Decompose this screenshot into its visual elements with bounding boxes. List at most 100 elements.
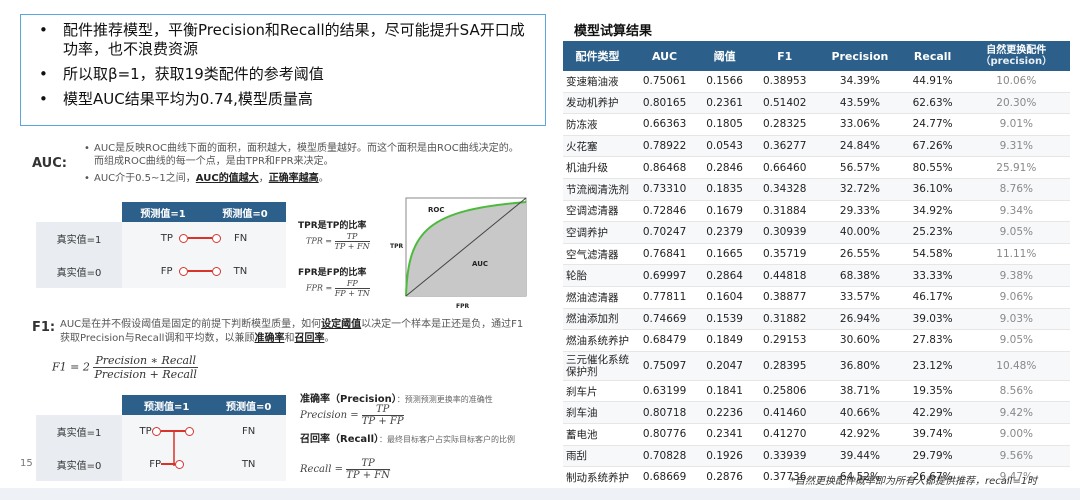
- col-header: 预测值=0: [211, 395, 286, 415]
- table-cell: 9.31%: [962, 135, 1070, 158]
- fpr-title: FPR是FP的比率: [298, 268, 367, 278]
- table-cell: 32.72%: [817, 178, 903, 201]
- table-cell: 0.1835: [697, 178, 753, 201]
- table-cell: 9.01%: [962, 113, 1070, 136]
- link-dot: [151, 426, 161, 436]
- part-type-cell: 防冻液: [563, 113, 632, 136]
- table-cell: 42.29%: [902, 401, 963, 424]
- table-cell: 8.76%: [962, 178, 1070, 201]
- table-cell: 0.86468: [632, 156, 698, 179]
- table-row: 蓄电池 0.80776 0.2341 0.41270 42.92% 39.74% 9.00%: [563, 423, 1070, 446]
- bottom-bar: [0, 488, 1080, 500]
- table-cell: 34.39%: [817, 71, 903, 93]
- table-row: 空调养护 0.70247 0.2379 0.30939 40.00% 25.23% 9.05…: [563, 221, 1070, 244]
- link-line: [187, 270, 212, 272]
- row-header: 真实值=0: [36, 255, 122, 288]
- table-row: 刹车片 0.63199 0.1841 0.25806 38.71% 19.35% 8.56%: [563, 380, 1070, 403]
- table-cell: 34.92%: [902, 200, 963, 223]
- table-cell: 0.38877: [752, 286, 818, 309]
- fn-cell: FN: [233, 233, 248, 244]
- table-cell: 0.74669: [632, 308, 698, 331]
- part-type-cell: 轮胎: [563, 264, 632, 287]
- table-cell: 44.91%: [902, 71, 963, 93]
- table-cell: 33.57%: [817, 286, 903, 309]
- part-type-cell: 蓄电池: [563, 423, 632, 446]
- table-cell: 0.1926: [697, 445, 753, 468]
- table-cell: 0.2876: [697, 466, 753, 489]
- table-cell: 0.80165: [632, 92, 698, 115]
- table-row: 发动机养护 0.80165 0.2361 0.51402 43.59% 62.63% 20.…: [563, 92, 1070, 115]
- table-cell: 0.2361: [697, 92, 753, 115]
- table-cell: 0.2047: [697, 351, 753, 381]
- recall-title: 召回率（Recall）：最终目标客户占实际目标客户的比例: [300, 434, 516, 445]
- table-cell: 0.2379: [697, 221, 753, 244]
- table-cell: 42.92%: [817, 423, 903, 446]
- row-header: 真实值=0: [36, 448, 122, 481]
- table-cell: 46.17%: [902, 286, 963, 309]
- table-cell: 80.55%: [902, 156, 963, 179]
- table-cell: 62.63%: [902, 92, 963, 115]
- link-dot: [179, 233, 189, 243]
- part-type-cell: 刹车油: [563, 401, 632, 424]
- table-cell: 39.44%: [817, 445, 903, 468]
- table-cell: 0.35719: [752, 243, 818, 266]
- table-cell: 0.2236: [697, 401, 753, 424]
- table-cell: 56.57%: [817, 156, 903, 179]
- col-header: 预测值=1: [122, 395, 212, 415]
- table-row: 三元催化系统保护剂 0.75097 0.2047 0.28395 36.80% 23.12…: [563, 351, 1070, 381]
- part-type-cell: 火花塞: [563, 135, 632, 158]
- table-cell: 8.56%: [962, 380, 1070, 403]
- col-header: 预测值=0: [204, 202, 286, 222]
- part-type-cell: 节流阀清洗剂: [563, 178, 632, 201]
- part-type-cell: 空气滤清器: [563, 243, 632, 266]
- table-cell: 25.23%: [902, 221, 963, 244]
- table-cell: 11.11%: [962, 243, 1070, 266]
- auc-note-2: • AUC介于0.5~1之间，AUC的值越大，正确率越高。: [84, 173, 329, 184]
- roc-label: ROC: [428, 206, 444, 214]
- table-cell: 0.28325: [752, 113, 818, 136]
- summary-bullet: 配件推荐模型，平衡Precision和Recall的结果，尽可能提升SA开口成功…: [35, 21, 535, 59]
- part-type-cell: 制动系统养护: [563, 466, 632, 489]
- table-cell: 9.00%: [962, 423, 1070, 446]
- table-cell: 24.77%: [902, 113, 963, 136]
- table-cell: 27.83%: [902, 329, 963, 352]
- table-row: 火花塞 0.78922 0.0543 0.36277 24.84% 67.26% 9.31%: [563, 135, 1070, 158]
- table-row: 节流阀清洗剂 0.73310 0.1835 0.34328 32.72% 36.10% 8.…: [563, 178, 1070, 201]
- table-row: 变速箱油液 0.75061 0.1566 0.38953 34.39% 44.91% 10.…: [563, 71, 1070, 93]
- results-footnote: *自然更换配件概率即为所有人都提供推荐，recall=1时: [790, 476, 1038, 487]
- auc-label: AUC:: [32, 156, 67, 171]
- table-cell: 0.1805: [697, 113, 753, 136]
- table-cell: 36.80%: [817, 351, 903, 381]
- tn-cell: TN: [233, 266, 248, 277]
- table-row: 刹车油 0.80718 0.2236 0.41460 40.66% 42.29% 9.42%: [563, 401, 1070, 424]
- fp-cell: FP: [122, 448, 212, 481]
- part-type-cell: 刹车片: [563, 380, 632, 403]
- table-cell: 68.38%: [817, 264, 903, 287]
- col-header: 阈值: [697, 41, 753, 71]
- summary-box: 配件推荐模型，平衡Precision和Recall的结果，尽可能提升SA开口成功…: [20, 14, 546, 126]
- table-cell: 10.48%: [962, 351, 1070, 381]
- table-cell: 0.29153: [752, 329, 818, 352]
- link-dot: [178, 266, 188, 276]
- table-cell: 0.2846: [697, 156, 753, 179]
- tn-cell: TN: [211, 448, 286, 481]
- recall-formula: Recall = TP TP + FN: [300, 458, 390, 481]
- link-dot: [184, 426, 194, 436]
- table-row: 防冻液 0.66363 0.1805 0.28325 33.06% 24.77% 9.01%: [563, 113, 1070, 136]
- part-type-cell: 燃油滤清器: [563, 286, 632, 309]
- col-header: 自然更换配件 （precision）: [962, 41, 1070, 71]
- table-cell: 30.60%: [817, 329, 903, 352]
- table-row: 雨刮 0.70828 0.1926 0.33939 39.44% 29.79% 9.56%: [563, 445, 1070, 468]
- table-cell: 39.03%: [902, 308, 963, 331]
- table-cell: 0.80776: [632, 423, 698, 446]
- table-cell: 9.42%: [962, 401, 1070, 424]
- link-line: [188, 237, 213, 239]
- part-type-cell: 机油升级: [563, 156, 632, 179]
- table-cell: 0.28395: [752, 351, 818, 381]
- table-cell: 0.2341: [697, 423, 753, 446]
- table-cell: 20.30%: [962, 92, 1070, 115]
- table-cell: 0.1841: [697, 380, 753, 403]
- col-header: 预测值=1: [122, 202, 204, 222]
- results-header-row: 配件类型 AUC 阈值 F1 Precision Recall 自然更换配件 （p…: [563, 41, 1070, 71]
- table-cell: 9.03%: [962, 308, 1070, 331]
